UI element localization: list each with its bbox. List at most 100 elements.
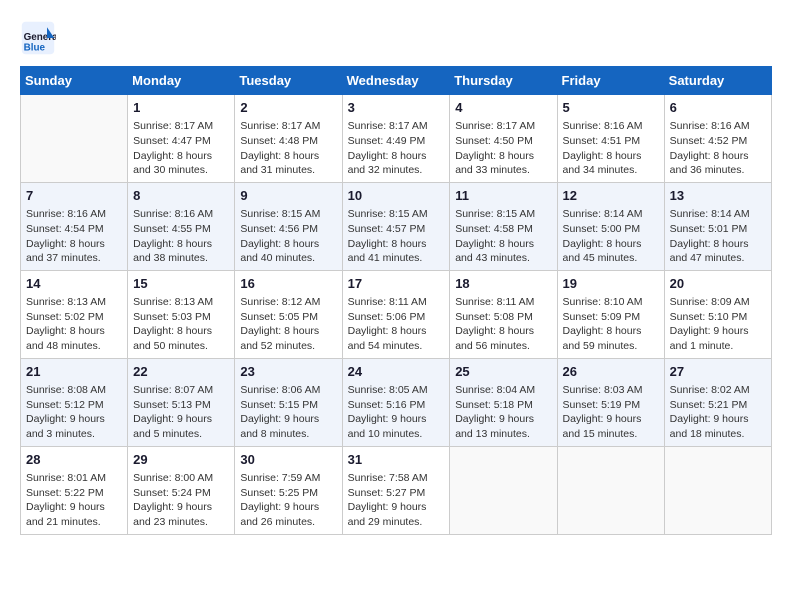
day-number: 22 bbox=[133, 363, 229, 381]
day-info: Sunrise: 8:14 AM Sunset: 5:01 PM Dayligh… bbox=[670, 207, 766, 266]
day-number: 25 bbox=[455, 363, 551, 381]
logo-icon: General Blue bbox=[20, 20, 56, 56]
calendar-cell: 30Sunrise: 7:59 AM Sunset: 5:25 PM Dayli… bbox=[235, 446, 342, 534]
day-info: Sunrise: 8:10 AM Sunset: 5:09 PM Dayligh… bbox=[563, 295, 659, 354]
calendar-cell: 19Sunrise: 8:10 AM Sunset: 5:09 PM Dayli… bbox=[557, 270, 664, 358]
calendar-cell: 8 Sunrise: 8:16 AM Sunset: 4:55 PM Daylig… bbox=[128, 182, 235, 270]
calendar-cell: 14Sunrise: 8:13 AM Sunset: 5:02 PM Dayli… bbox=[21, 270, 128, 358]
calendar-cell: 6 Sunrise: 8:16 AM Sunset: 4:52 PM Daylig… bbox=[664, 95, 771, 183]
calendar-cell: 23 Sunrise: 8:06 AM Sunset: 5:15 PM Dayli… bbox=[235, 358, 342, 446]
day-info: Sunrise: 8:03 AM Sunset: 5:19 PM Dayligh… bbox=[563, 383, 659, 442]
calendar-cell: 20 Sunrise: 8:09 AM Sunset: 5:10 PM Dayli… bbox=[664, 270, 771, 358]
day-number: 31 bbox=[348, 451, 445, 469]
day-number: 2 bbox=[240, 99, 336, 117]
svg-text:Blue: Blue bbox=[24, 43, 46, 54]
calendar-cell: 17Sunrise: 8:11 AM Sunset: 5:06 PM Dayli… bbox=[342, 270, 450, 358]
day-info: Sunrise: 8:08 AM Sunset: 5:12 PM Dayligh… bbox=[26, 383, 122, 442]
calendar-cell: 11 Sunrise: 8:15 AM Sunset: 4:58 PM Dayli… bbox=[450, 182, 557, 270]
calendar-cell bbox=[21, 95, 128, 183]
day-info: Sunrise: 8:15 AM Sunset: 4:57 PM Dayligh… bbox=[348, 207, 445, 266]
day-info: Sunrise: 8:16 AM Sunset: 4:54 PM Dayligh… bbox=[26, 207, 122, 266]
day-number: 5 bbox=[563, 99, 659, 117]
calendar-cell: 15 Sunrise: 8:13 AM Sunset: 5:03 PM Dayli… bbox=[128, 270, 235, 358]
day-info: Sunrise: 8:00 AM Sunset: 5:24 PM Dayligh… bbox=[133, 471, 229, 530]
day-info: Sunrise: 7:58 AM Sunset: 5:27 PM Dayligh… bbox=[348, 471, 445, 530]
day-info: Sunrise: 8:12 AM Sunset: 5:05 PM Dayligh… bbox=[240, 295, 336, 354]
day-info: Sunrise: 8:17 AM Sunset: 4:49 PM Dayligh… bbox=[348, 119, 445, 178]
calendar-header-monday: Monday bbox=[128, 67, 235, 95]
day-number: 8 bbox=[133, 187, 229, 205]
calendar-cell: 25Sunrise: 8:04 AM Sunset: 5:18 PM Dayli… bbox=[450, 358, 557, 446]
calendar-header-sunday: Sunday bbox=[21, 67, 128, 95]
calendar-cell: 4Sunrise: 8:17 AM Sunset: 4:50 PM Daylig… bbox=[450, 95, 557, 183]
calendar-week-3: 14Sunrise: 8:13 AM Sunset: 5:02 PM Dayli… bbox=[21, 270, 772, 358]
calendar-cell: 7 Sunrise: 8:16 AM Sunset: 4:54 PM Daylig… bbox=[21, 182, 128, 270]
calendar-cell bbox=[664, 446, 771, 534]
calendar-week-2: 7 Sunrise: 8:16 AM Sunset: 4:54 PM Daylig… bbox=[21, 182, 772, 270]
day-number: 20 bbox=[670, 275, 766, 293]
day-info: Sunrise: 8:06 AM Sunset: 5:15 PM Dayligh… bbox=[240, 383, 336, 442]
calendar-cell: 1 Sunrise: 8:17 AM Sunset: 4:47 PM Daylig… bbox=[128, 95, 235, 183]
day-number: 27 bbox=[670, 363, 766, 381]
day-info: Sunrise: 8:16 AM Sunset: 4:52 PM Dayligh… bbox=[670, 119, 766, 178]
day-info: Sunrise: 8:09 AM Sunset: 5:10 PM Dayligh… bbox=[670, 295, 766, 354]
calendar-cell: 2 Sunrise: 8:17 AM Sunset: 4:48 PM Daylig… bbox=[235, 95, 342, 183]
day-info: Sunrise: 8:11 AM Sunset: 5:08 PM Dayligh… bbox=[455, 295, 551, 354]
calendar-header-row: SundayMondayTuesdayWednesdayThursdayFrid… bbox=[21, 67, 772, 95]
day-number: 6 bbox=[670, 99, 766, 117]
calendar-cell: 12 Sunrise: 8:14 AM Sunset: 5:00 PM Dayli… bbox=[557, 182, 664, 270]
day-number: 7 bbox=[26, 187, 122, 205]
day-number: 26 bbox=[563, 363, 659, 381]
day-info: Sunrise: 8:17 AM Sunset: 4:47 PM Dayligh… bbox=[133, 119, 229, 178]
day-number: 9 bbox=[240, 187, 336, 205]
calendar-cell: 9Sunrise: 8:15 AM Sunset: 4:56 PM Daylig… bbox=[235, 182, 342, 270]
calendar-cell: 5 Sunrise: 8:16 AM Sunset: 4:51 PM Daylig… bbox=[557, 95, 664, 183]
day-number: 1 bbox=[133, 99, 229, 117]
calendar-cell: 3Sunrise: 8:17 AM Sunset: 4:49 PM Daylig… bbox=[342, 95, 450, 183]
day-number: 23 bbox=[240, 363, 336, 381]
day-info: Sunrise: 8:01 AM Sunset: 5:22 PM Dayligh… bbox=[26, 471, 122, 530]
day-info: Sunrise: 8:07 AM Sunset: 5:13 PM Dayligh… bbox=[133, 383, 229, 442]
day-number: 13 bbox=[670, 187, 766, 205]
day-info: Sunrise: 8:16 AM Sunset: 4:51 PM Dayligh… bbox=[563, 119, 659, 178]
calendar-cell: 31 Sunrise: 7:58 AM Sunset: 5:27 PM Dayli… bbox=[342, 446, 450, 534]
calendar-cell: 28 Sunrise: 8:01 AM Sunset: 5:22 PM Dayli… bbox=[21, 446, 128, 534]
day-info: Sunrise: 7:59 AM Sunset: 5:25 PM Dayligh… bbox=[240, 471, 336, 530]
calendar-week-1: 1 Sunrise: 8:17 AM Sunset: 4:47 PM Daylig… bbox=[21, 95, 772, 183]
day-number: 16 bbox=[240, 275, 336, 293]
calendar-cell: 27Sunrise: 8:02 AM Sunset: 5:21 PM Dayli… bbox=[664, 358, 771, 446]
day-info: Sunrise: 8:13 AM Sunset: 5:02 PM Dayligh… bbox=[26, 295, 122, 354]
calendar-cell: 18Sunrise: 8:11 AM Sunset: 5:08 PM Dayli… bbox=[450, 270, 557, 358]
page-header: General Blue bbox=[20, 20, 772, 56]
calendar-cell: 21 Sunrise: 8:08 AM Sunset: 5:12 PM Dayli… bbox=[21, 358, 128, 446]
day-info: Sunrise: 8:15 AM Sunset: 4:58 PM Dayligh… bbox=[455, 207, 551, 266]
logo: General Blue bbox=[20, 20, 62, 56]
day-number: 12 bbox=[563, 187, 659, 205]
calendar-header-saturday: Saturday bbox=[664, 67, 771, 95]
day-number: 29 bbox=[133, 451, 229, 469]
day-number: 15 bbox=[133, 275, 229, 293]
day-info: Sunrise: 8:17 AM Sunset: 4:48 PM Dayligh… bbox=[240, 119, 336, 178]
day-number: 11 bbox=[455, 187, 551, 205]
calendar-header-wednesday: Wednesday bbox=[342, 67, 450, 95]
day-number: 21 bbox=[26, 363, 122, 381]
calendar-cell: 13 Sunrise: 8:14 AM Sunset: 5:01 PM Dayli… bbox=[664, 182, 771, 270]
calendar-header-tuesday: Tuesday bbox=[235, 67, 342, 95]
day-number: 28 bbox=[26, 451, 122, 469]
calendar-cell bbox=[450, 446, 557, 534]
day-info: Sunrise: 8:05 AM Sunset: 5:16 PM Dayligh… bbox=[348, 383, 445, 442]
day-number: 4 bbox=[455, 99, 551, 117]
day-info: Sunrise: 8:13 AM Sunset: 5:03 PM Dayligh… bbox=[133, 295, 229, 354]
day-number: 17 bbox=[348, 275, 445, 293]
calendar-cell: 16 Sunrise: 8:12 AM Sunset: 5:05 PM Dayli… bbox=[235, 270, 342, 358]
calendar-table: SundayMondayTuesdayWednesdayThursdayFrid… bbox=[20, 66, 772, 535]
calendar-cell: 22 Sunrise: 8:07 AM Sunset: 5:13 PM Dayli… bbox=[128, 358, 235, 446]
calendar-header-friday: Friday bbox=[557, 67, 664, 95]
day-info: Sunrise: 8:14 AM Sunset: 5:00 PM Dayligh… bbox=[563, 207, 659, 266]
day-number: 10 bbox=[348, 187, 445, 205]
calendar-cell: 24Sunrise: 8:05 AM Sunset: 5:16 PM Dayli… bbox=[342, 358, 450, 446]
calendar-cell: 29 Sunrise: 8:00 AM Sunset: 5:24 PM Dayli… bbox=[128, 446, 235, 534]
day-info: Sunrise: 8:16 AM Sunset: 4:55 PM Dayligh… bbox=[133, 207, 229, 266]
calendar-cell: 26 Sunrise: 8:03 AM Sunset: 5:19 PM Dayli… bbox=[557, 358, 664, 446]
calendar-cell bbox=[557, 446, 664, 534]
